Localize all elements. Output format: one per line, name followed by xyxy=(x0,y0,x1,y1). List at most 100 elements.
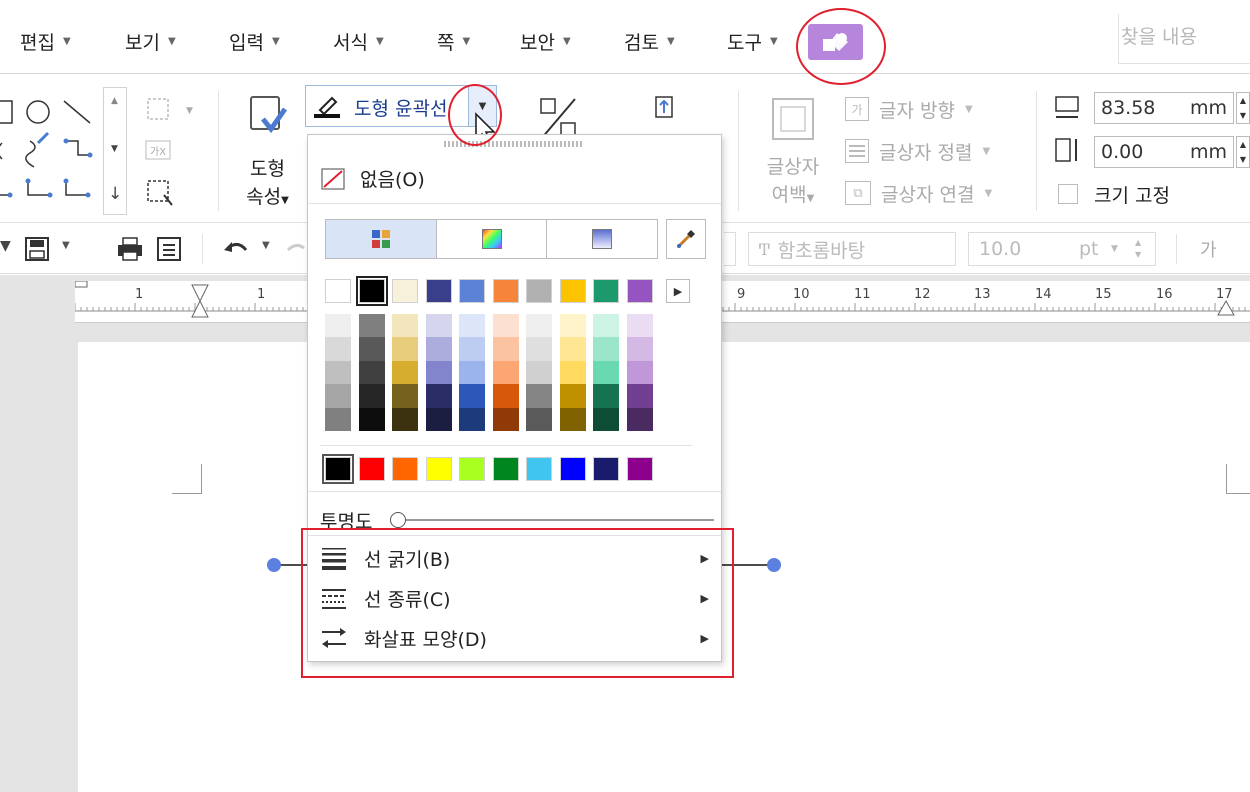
color-swatch[interactable] xyxy=(425,279,452,303)
shade-swatch[interactable] xyxy=(459,337,485,361)
color-swatch[interactable] xyxy=(392,279,418,303)
color-swatch[interactable] xyxy=(526,279,552,303)
shade-swatch[interactable] xyxy=(526,314,552,338)
menu-view[interactable]: 보기 ▼ xyxy=(125,28,176,55)
color-swatch[interactable] xyxy=(492,279,519,303)
font-size-spinner[interactable]: ▲ ▼ xyxy=(1135,237,1141,261)
shade-swatch[interactable] xyxy=(358,384,385,408)
shade-column[interactable] xyxy=(559,314,586,432)
shade-swatch[interactable] xyxy=(358,407,385,432)
standard-color-swatch[interactable] xyxy=(593,457,619,481)
menu-review[interactable]: 검토 ▼ xyxy=(624,28,675,55)
shade-swatch[interactable] xyxy=(559,337,586,361)
shade-swatch[interactable] xyxy=(392,314,418,338)
fix-size-checkbox[interactable] xyxy=(1058,184,1078,204)
shade-swatch[interactable] xyxy=(358,337,385,361)
gallery-scroll[interactable]: ▲ ▼ ↓ xyxy=(103,87,127,215)
no-line-option[interactable]: 없음(O) xyxy=(320,165,425,192)
shade-swatch[interactable] xyxy=(425,337,452,361)
shade-swatch[interactable] xyxy=(559,407,586,432)
standard-color-swatch[interactable] xyxy=(459,457,485,481)
standard-color-swatch[interactable] xyxy=(492,457,519,481)
standard-color-swatch[interactable] xyxy=(358,457,385,481)
shade-swatch[interactable] xyxy=(593,407,619,432)
shade-column[interactable] xyxy=(392,314,418,432)
shade-swatch[interactable] xyxy=(559,314,586,338)
shade-swatch[interactable] xyxy=(492,407,519,432)
caret-down-icon[interactable]: ▼ xyxy=(262,240,270,251)
transparency-slider-thumb[interactable] xyxy=(390,512,406,528)
menu-edit[interactable]: 편집 ▼ xyxy=(20,28,71,55)
shade-swatch[interactable] xyxy=(526,337,552,361)
shade-swatch[interactable] xyxy=(425,384,452,408)
indent-marker-icon[interactable] xyxy=(189,281,211,323)
more-colors-icon[interactable]: ▶ xyxy=(666,279,690,303)
standard-color-swatch[interactable] xyxy=(626,457,653,481)
shade-swatch[interactable] xyxy=(459,314,485,338)
style-glyph[interactable]: 가 xyxy=(1200,236,1217,262)
shade-swatch[interactable] xyxy=(593,384,619,408)
shade-swatch[interactable] xyxy=(593,314,619,338)
shade-column[interactable] xyxy=(626,314,653,432)
preview-icon[interactable] xyxy=(156,236,182,262)
width-spinner[interactable]: ▲ ▼ xyxy=(1236,92,1250,124)
shade-swatch[interactable] xyxy=(392,337,418,361)
shade-swatch[interactable] xyxy=(425,407,452,432)
eyedropper-button[interactable] xyxy=(666,219,706,259)
shade-swatch[interactable] xyxy=(358,360,385,385)
shape-gallery[interactable] xyxy=(0,93,102,211)
color-swatch[interactable] xyxy=(593,279,619,303)
shade-swatch[interactable] xyxy=(392,407,418,432)
shade-swatch[interactable] xyxy=(626,360,653,385)
tab-gradient[interactable] xyxy=(547,220,657,258)
shade-swatch[interactable] xyxy=(593,360,619,385)
shade-swatch[interactable] xyxy=(392,360,418,385)
shade-swatch[interactable] xyxy=(626,407,653,432)
shade-swatch[interactable] xyxy=(526,360,552,385)
shade-swatch[interactable] xyxy=(593,337,619,361)
redo-icon[interactable] xyxy=(286,238,306,260)
height-field[interactable]: 0.00 mm xyxy=(1094,136,1234,168)
shape-properties-button[interactable]: 도형 속성▼ xyxy=(240,93,295,218)
shade-swatch[interactable] xyxy=(392,384,418,408)
shade-column[interactable] xyxy=(459,314,485,432)
shade-swatch[interactable] xyxy=(325,360,351,385)
save-icon[interactable] xyxy=(24,236,50,262)
shade-swatch[interactable] xyxy=(425,314,452,338)
shade-swatch[interactable] xyxy=(492,314,519,338)
search-input[interactable] xyxy=(1121,26,1250,48)
standard-color-swatch[interactable] xyxy=(425,457,452,481)
shade-swatch[interactable] xyxy=(626,314,653,338)
transparency-track[interactable] xyxy=(394,519,714,521)
tab-theme-colors[interactable] xyxy=(326,220,437,258)
shade-swatch[interactable] xyxy=(526,407,552,432)
shade-swatch[interactable] xyxy=(425,360,452,385)
color-swatch[interactable] xyxy=(626,279,653,303)
shade-swatch[interactable] xyxy=(626,337,653,361)
shade-column[interactable] xyxy=(593,314,619,432)
height-spinner[interactable]: ▲ ▼ xyxy=(1236,136,1250,168)
shade-column[interactable] xyxy=(526,314,552,432)
bring-front-tool[interactable] xyxy=(650,95,680,125)
shade-column[interactable] xyxy=(325,314,351,432)
undo-icon[interactable] xyxy=(222,238,250,260)
shade-column[interactable] xyxy=(492,314,519,432)
tb-dropdown-icon[interactable]: ▼ xyxy=(0,238,11,254)
color-swatch[interactable] xyxy=(355,276,388,306)
menu-security[interactable]: 보안 ▼ xyxy=(520,28,571,55)
shade-swatch[interactable] xyxy=(492,360,519,385)
shade-swatch[interactable] xyxy=(559,384,586,408)
color-swatch[interactable] xyxy=(459,279,485,303)
standard-color-swatch[interactable] xyxy=(526,457,552,481)
color-swatch[interactable] xyxy=(559,279,586,303)
shade-column[interactable] xyxy=(425,314,452,432)
shade-swatch[interactable] xyxy=(325,407,351,432)
menu-tools[interactable]: 도구 ▼ xyxy=(727,28,778,55)
shade-swatch[interactable] xyxy=(559,360,586,385)
shade-swatch[interactable] xyxy=(459,384,485,408)
print-icon[interactable] xyxy=(116,236,144,262)
font-name-box[interactable]: Ͳ 함초롬바탕 xyxy=(748,232,956,266)
color-swatch[interactable] xyxy=(325,279,351,303)
width-field[interactable]: 83.58 mm xyxy=(1094,92,1234,124)
shade-swatch[interactable] xyxy=(459,360,485,385)
